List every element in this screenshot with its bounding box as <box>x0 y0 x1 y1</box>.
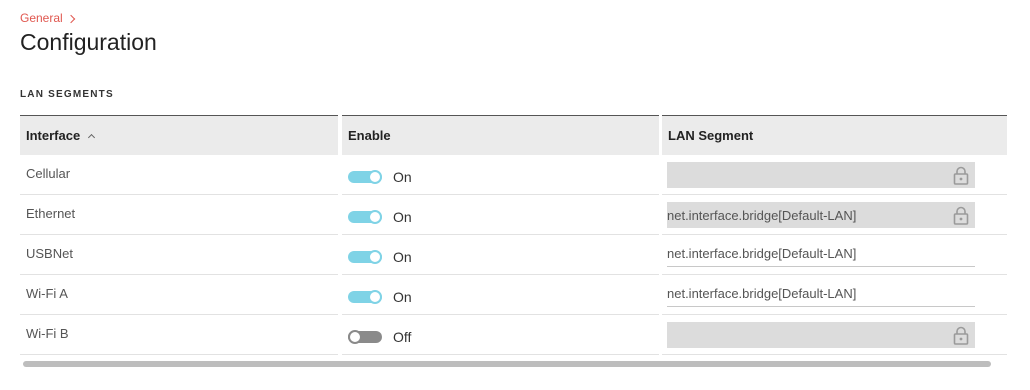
toggle-knob <box>348 330 362 344</box>
enable-toggle[interactable] <box>348 330 382 344</box>
interface-name: Cellular <box>26 166 71 181</box>
chevron-right-icon <box>66 14 75 23</box>
column-header-label: LAN Segment <box>668 128 754 143</box>
column-header-lan-segment[interactable]: LAN Segment <box>662 115 1007 155</box>
lan-segment-field <box>667 162 975 188</box>
section-title: LAN SEGMENTS <box>20 89 114 100</box>
breadcrumb: General <box>20 11 75 25</box>
enable-toggle[interactable] <box>348 250 382 264</box>
interface-name: Ethernet <box>26 206 76 221</box>
column-header-label: Interface <box>26 128 81 143</box>
lan-segment-field <box>667 322 975 348</box>
lan-segments-table: Interface Enable LAN Segment Cellular On <box>20 115 1007 355</box>
lan-segment-value: net.interface.bridge[Default-LAN] <box>667 286 857 301</box>
column-header-enable[interactable]: Enable <box>342 115 659 155</box>
lock-icon <box>953 206 969 225</box>
enable-label: On <box>393 169 412 185</box>
table-header-row: Interface Enable LAN Segment <box>20 115 1007 155</box>
chevron-up-icon <box>88 133 96 141</box>
toggle-knob <box>368 290 382 304</box>
toggle-knob <box>368 250 382 264</box>
scrollbar-thumb[interactable] <box>23 361 991 367</box>
interface-name: USBNet <box>26 246 73 261</box>
enable-label: Off <box>393 329 412 345</box>
lan-segment-field[interactable]: net.interface.bridge[Default-LAN] <box>667 241 975 267</box>
interface-name: Wi-Fi B <box>26 326 69 341</box>
table-row: Wi-Fi A On net.interface.bridge[Default-… <box>20 275 1007 315</box>
page-title: Configuration <box>20 29 157 55</box>
enable-label: On <box>393 249 412 265</box>
enable-toggle[interactable] <box>348 170 382 184</box>
table-row: Ethernet On net.interface.bridge[Default… <box>20 195 1007 235</box>
table-row: USBNet On net.interface.bridge[Default-L… <box>20 235 1007 275</box>
lan-segment-value: net.interface.bridge[Default-LAN] <box>667 207 857 223</box>
horizontal-scrollbar[interactable] <box>20 358 1007 370</box>
lock-icon <box>953 166 969 185</box>
toggle-knob <box>368 210 382 224</box>
lan-segment-value: net.interface.bridge[Default-LAN] <box>667 246 857 261</box>
interface-name: Wi-Fi A <box>26 286 68 301</box>
table-row: Wi-Fi B Off <box>20 315 1007 355</box>
lock-icon <box>953 326 969 345</box>
column-header-interface[interactable]: Interface <box>20 115 338 155</box>
lan-segment-field[interactable]: net.interface.bridge[Default-LAN] <box>667 281 975 307</box>
breadcrumb-general-link[interactable]: General <box>20 11 63 25</box>
toggle-knob <box>368 170 382 184</box>
column-header-label: Enable <box>348 128 391 143</box>
enable-toggle[interactable] <box>348 210 382 224</box>
lan-segment-field: net.interface.bridge[Default-LAN] <box>667 202 975 228</box>
enable-toggle[interactable] <box>348 290 382 304</box>
enable-label: On <box>393 289 412 305</box>
enable-label: On <box>393 209 412 225</box>
table-body: Cellular On Ethernet On net.interface.br… <box>20 155 1007 355</box>
table-row: Cellular On <box>20 155 1007 195</box>
